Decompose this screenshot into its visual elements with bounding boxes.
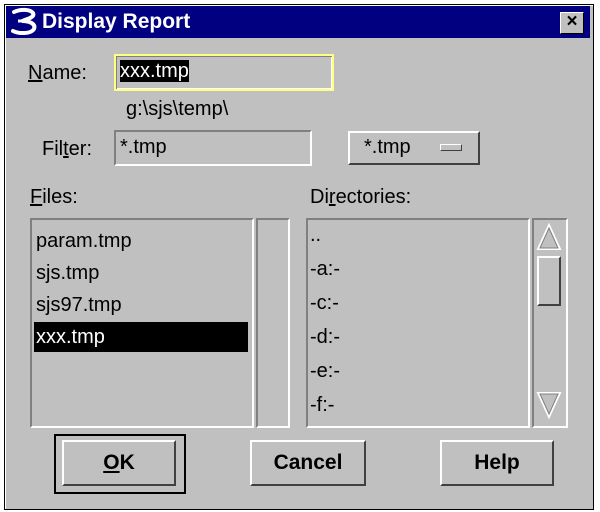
file-item[interactable]: sjs97.tmp (34, 290, 248, 320)
file-item-selected[interactable]: xxx.tmp (34, 322, 248, 352)
window-title: Display Report (42, 10, 191, 33)
directory-item[interactable]: -a:- (310, 258, 340, 281)
directory-item[interactable]: .. (310, 224, 321, 247)
filter-dropdown-value: *.tmp (364, 136, 411, 158)
dropdown-indicator-icon (440, 144, 462, 151)
scroll-up-arrow-icon[interactable] (536, 222, 562, 252)
directories-label: Directories: (310, 186, 412, 208)
close-icon: × (566, 11, 578, 32)
scroll-thumb[interactable] (537, 256, 561, 306)
directories-list[interactable]: .. -a:- -c:- -d:- -e:- -f:- (306, 218, 530, 428)
directory-item[interactable]: -c:- (310, 292, 339, 315)
cancel-button[interactable]: Cancel (250, 440, 366, 486)
filter-input-value: *.tmp (120, 136, 167, 158)
help-button[interactable]: Help (440, 440, 554, 486)
directories-scrollbar[interactable] (532, 218, 568, 428)
files-label: Files: (30, 186, 78, 208)
file-item[interactable]: param.tmp (34, 226, 248, 256)
ok-button[interactable]: OK (62, 440, 176, 486)
filter-label: Filter: (42, 138, 93, 160)
filter-input[interactable]: *.tmp (114, 130, 312, 166)
current-path: g:\sjs\temp\ (126, 98, 229, 120)
directory-item[interactable]: -f:- (310, 394, 334, 417)
filter-dropdown[interactable]: *.tmp (348, 131, 480, 165)
name-label: Name: (28, 62, 87, 84)
app-logo-icon (11, 7, 37, 35)
files-list[interactable]: param.tmp sjs.tmp sjs97.tmp xxx.tmp (30, 218, 254, 428)
scroll-down-arrow-icon[interactable] (536, 390, 562, 420)
name-input[interactable]: xxx.tmp (114, 54, 334, 91)
directory-item[interactable]: -d:- (310, 326, 340, 349)
close-button[interactable]: × (560, 11, 584, 34)
files-scrollbar[interactable] (256, 218, 290, 428)
file-item[interactable]: sjs.tmp (34, 258, 248, 288)
name-input-value: xxx.tmp (120, 60, 189, 82)
directory-item[interactable]: -e:- (310, 360, 340, 383)
title-bar[interactable]: Display Report × (6, 6, 590, 38)
